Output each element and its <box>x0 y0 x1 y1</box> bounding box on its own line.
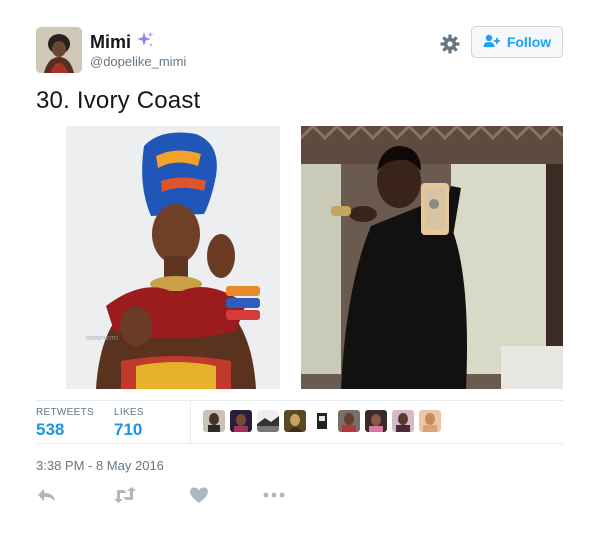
tweet-photo-left[interactable]: DOPEPHOTO <box>66 126 280 389</box>
retweets-count[interactable]: 538 <box>36 420 64 440</box>
user-name-row: Mimi <box>90 30 155 55</box>
divider-bottom <box>36 443 564 444</box>
liker-avatar[interactable] <box>338 410 360 432</box>
tweet-text: 30. Ivory Coast <box>36 87 201 114</box>
liker-avatar[interactable] <box>419 410 441 432</box>
divider-top <box>36 400 564 401</box>
retweet-icon[interactable] <box>112 486 138 504</box>
like-icon[interactable] <box>188 486 210 504</box>
user-name[interactable]: Mimi <box>90 32 131 53</box>
liker-avatar[interactable] <box>230 410 252 432</box>
liker-avatar[interactable] <box>311 410 333 432</box>
liker-avatar[interactable] <box>392 410 414 432</box>
liker-avatar[interactable] <box>365 410 387 432</box>
avatar[interactable] <box>36 27 82 73</box>
liker-avatar[interactable] <box>203 410 225 432</box>
reply-icon[interactable] <box>36 486 58 504</box>
liker-avatar[interactable] <box>257 410 279 432</box>
photo-watermark: DOPEPHOTO <box>86 336 118 342</box>
likes-label: LIKES <box>114 407 144 418</box>
more-icon[interactable] <box>262 486 286 504</box>
user-handle[interactable]: @dopelike_mimi <box>90 54 186 69</box>
stats-divider <box>190 401 191 443</box>
add-user-icon <box>483 34 501 51</box>
likes-count[interactable]: 710 <box>114 420 142 440</box>
retweets-label: RETWEETS <box>36 407 94 418</box>
liker-avatar[interactable] <box>284 410 306 432</box>
tweet-photo-right[interactable] <box>301 126 563 389</box>
follow-label: Follow <box>506 34 552 50</box>
sparkles-icon <box>135 30 155 55</box>
gear-icon[interactable] <box>438 32 462 56</box>
follow-button[interactable]: Follow <box>471 26 563 58</box>
tweet-timestamp[interactable]: 3:38 PM - 8 May 2016 <box>36 458 164 473</box>
likers-avatars <box>203 410 441 432</box>
